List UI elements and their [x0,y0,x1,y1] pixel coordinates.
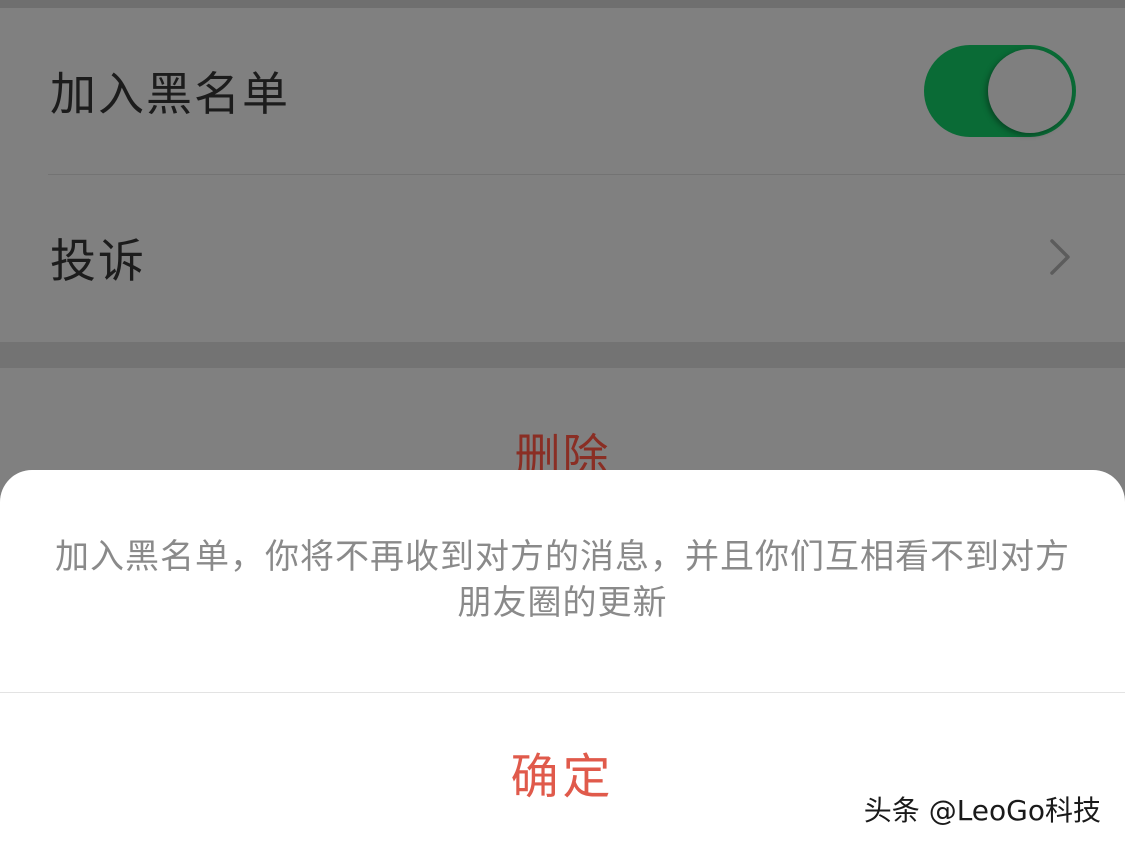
blacklist-toggle[interactable] [924,45,1076,137]
top-strip [0,0,1125,8]
blacklist-row[interactable]: 加入黑名单 [0,8,1125,174]
complain-row[interactable]: 投诉 [0,175,1125,341]
complain-label: 投诉 [50,234,146,288]
blacklist-label: 加入黑名单 [50,67,290,121]
chevron-right-icon [1050,239,1070,275]
confirm-button-label: 确定 [510,749,615,805]
group-gap [0,342,1125,368]
dialog-message: 加入黑名单，你将不再收到对方的消息，并且你们互相看不到对方朋友圈的更新 [55,537,1070,623]
watermark: 头条 @LeoGo科技 [863,794,1101,827]
settings-group: 加入黑名单 投诉 [0,8,1125,342]
toggle-knob [988,49,1072,133]
